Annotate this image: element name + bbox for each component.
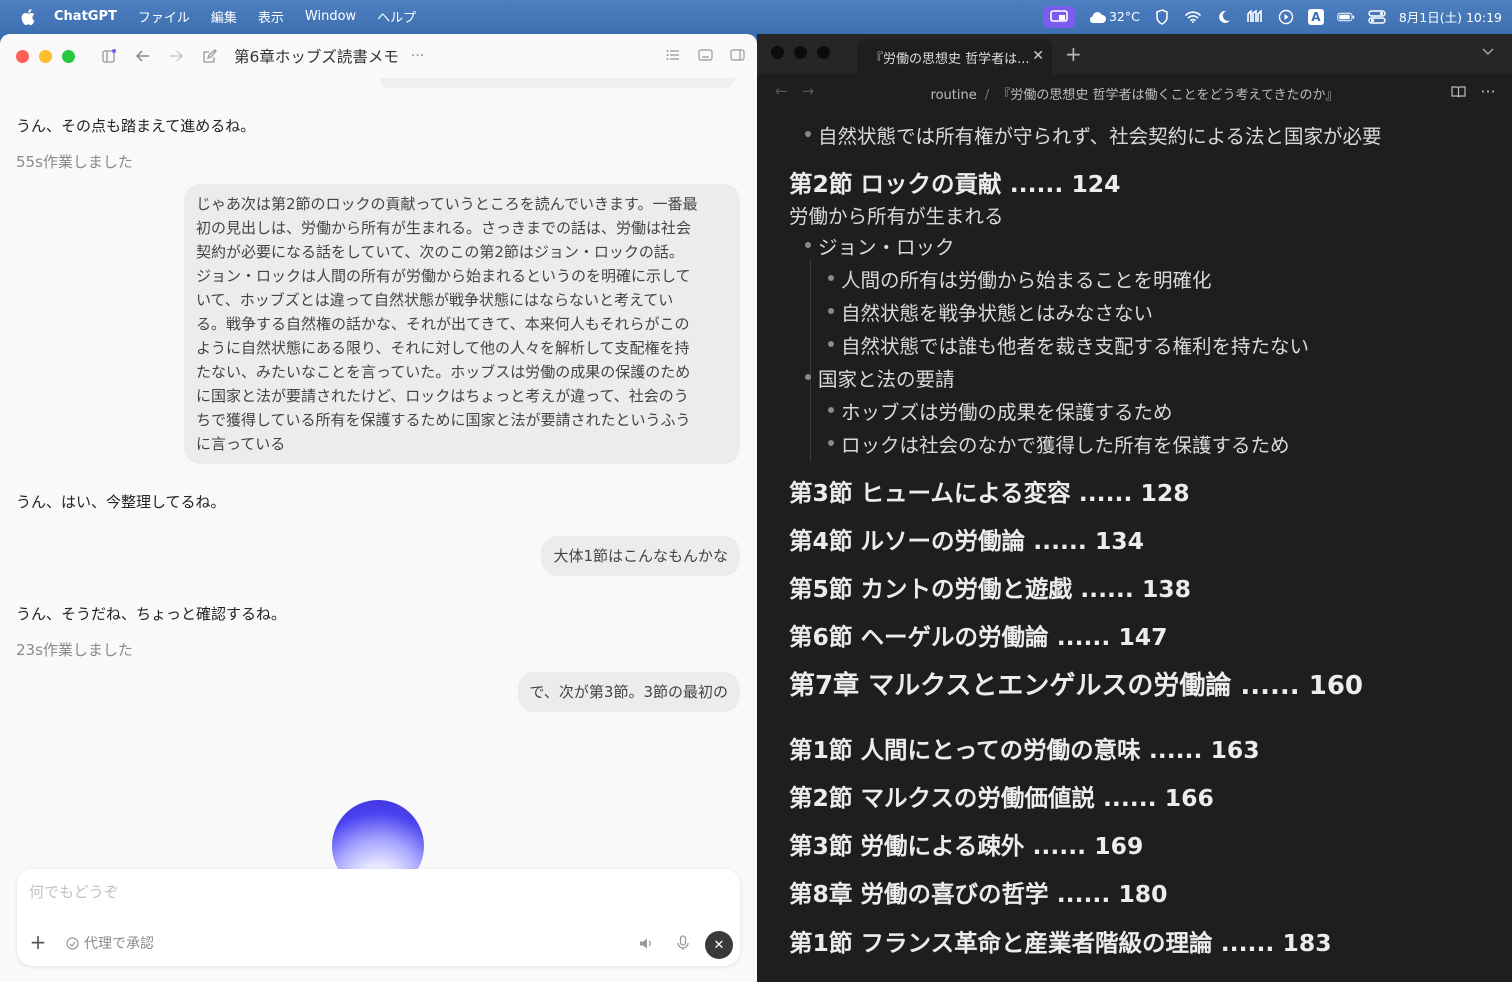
indent-guide bbox=[810, 392, 811, 462]
menu-file[interactable]: ファイル bbox=[138, 7, 190, 26]
menubar-clock[interactable]: 8月1日(土) 10:19 bbox=[1399, 7, 1502, 26]
list-icon[interactable] bbox=[665, 47, 681, 63]
input-source-icon[interactable]: A bbox=[1307, 8, 1324, 25]
more-options-icon[interactable]: ··· bbox=[1480, 82, 1496, 101]
user-message: 大体1節はこんなもんかな bbox=[541, 536, 740, 576]
play-icon[interactable] bbox=[1277, 9, 1295, 25]
app-status-icon[interactable] bbox=[1246, 9, 1264, 25]
subheading-text: 労働から所有が生まれる bbox=[789, 205, 1004, 228]
breadcrumb-separator: / bbox=[984, 88, 990, 103]
minimize-window-button[interactable] bbox=[39, 49, 52, 63]
microphone-icon[interactable] bbox=[674, 934, 692, 952]
apple-menu-icon[interactable] bbox=[20, 8, 36, 25]
heading-section: 第3節 労働による疎外 ...... 169 bbox=[789, 832, 1144, 860]
composer-input[interactable]: 何でもどうぞ bbox=[29, 881, 119, 902]
add-attachment-button[interactable]: + bbox=[29, 932, 47, 952]
auto-approve-toggle[interactable]: 代理で承認 bbox=[65, 933, 154, 953]
message-composer[interactable]: 何でもどうぞ + 代理で承認 ✕ bbox=[17, 869, 740, 966]
bullet-item: 自然状態では誰も他者を裁き支配する権利を持たない bbox=[827, 330, 1309, 359]
bullet-item: 自然状態では所有権が守られず、社会契約による法と国家が必要 bbox=[805, 120, 1382, 149]
bullet-item: ロックは社会のなかで獲得した所有を保護するため bbox=[828, 429, 1290, 458]
user-message-line: る。戦争する自然権の話かな、それが出てきて、本来何人もそれらがこの bbox=[196, 315, 690, 333]
heading-section: 第4節 ルソーの労働論 ...... 134 bbox=[789, 527, 1145, 555]
chatgpt-window: 第6章ホッブズ読書メモ ··· うん、その点も踏まえて進めるね。 55s作業しま… bbox=[0, 34, 757, 982]
breadcrumb-folder[interactable]: routine bbox=[931, 88, 977, 103]
bullet-item: ホッブズは労働の成果を保護するため bbox=[828, 396, 1173, 425]
reading-mode-icon[interactable] bbox=[1450, 83, 1466, 99]
approve-icon bbox=[65, 936, 80, 951]
note-content[interactable]: ← → routine / 『労働の思想史 哲学者は働くことをどう考えてきたのか… bbox=[757, 34, 1512, 982]
work-time-label[interactable]: 23s作業しました bbox=[16, 639, 133, 660]
work-time-label[interactable]: 55s作業しました bbox=[16, 151, 133, 172]
menu-edit[interactable]: 編集 bbox=[211, 7, 237, 26]
assistant-message: うん、はい、今整理してるね。 bbox=[16, 493, 226, 511]
weather-widget[interactable]: 32°C bbox=[1088, 9, 1140, 24]
heading-chapter: 第7章 マルクスとエンゲルスの労働論 ...... 160 bbox=[789, 671, 1364, 701]
chat-title-bar: 第6章ホッブズ読書メモ ··· bbox=[0, 34, 757, 78]
wifi-icon[interactable] bbox=[1184, 9, 1202, 25]
close-window-button[interactable] bbox=[16, 49, 29, 63]
user-message-line: に国家と法が要請されたけど、ロックはちょっと考えが違って、社会のう bbox=[196, 387, 689, 405]
approve-label: 代理で承認 bbox=[84, 936, 154, 952]
menu-window[interactable]: Window bbox=[305, 9, 356, 24]
breadcrumb: routine / 『労働の思想史 哲学者は働くことをどう考えてきたのか』 bbox=[757, 84, 1512, 103]
heading-section: 第1節 フランス革命と産業者階級の理論 ...... 183 bbox=[789, 929, 1332, 957]
user-message: じゃあ次は第2節のロックの貢献っていうところを読んでいきます。一番最 初の見出しは… bbox=[184, 184, 740, 464]
bullet-item: 国家と法の要請 bbox=[805, 363, 955, 392]
sidebar-toggle-icon[interactable] bbox=[100, 47, 118, 65]
menu-app-name[interactable]: ChatGPT bbox=[54, 9, 117, 24]
assistant-message: うん、その点も踏まえて進めるね。 bbox=[16, 117, 256, 135]
bullet-item: 自然状態を戦争状態とはみなさない bbox=[827, 297, 1153, 326]
chat-toolbar-right bbox=[649, 47, 745, 63]
window-controls bbox=[16, 49, 85, 63]
heading-section: 第3節 ヒュームによる変容 ...... 128 bbox=[789, 479, 1190, 507]
breadcrumb-file[interactable]: 『労働の思想史 哲学者は働くことをどう考えてきたのか』 bbox=[997, 88, 1338, 103]
user-message-line: ように自然状態にある限り、それに対して他の人々を解析して支配権を持 bbox=[196, 339, 690, 357]
menu-bar: ChatGPT ファイル 編集 表示 Window ヘルプ 32°C A 8月1… bbox=[0, 0, 1512, 33]
heading-section: 第2節 マルクスの労働価値説 ...... 166 bbox=[789, 784, 1214, 812]
weather-temp: 32°C bbox=[1108, 9, 1140, 24]
speaker-icon[interactable] bbox=[637, 934, 655, 952]
bullet-item: ジョン・ロック bbox=[805, 231, 955, 260]
user-message-line: 契約が必要になる話をしていて、次のこの第2節はジョン・ロックの話。 bbox=[196, 243, 684, 261]
input-source-label: A bbox=[1311, 9, 1321, 24]
close-icon: ✕ bbox=[713, 937, 725, 953]
user-message-line: じゃあ次は第2節のロックの貢献っていうところを読んでいきます。一番最 bbox=[196, 195, 698, 213]
menu-help[interactable]: ヘルプ bbox=[377, 7, 416, 26]
heading-section: 第2節 ロックの貢献 ...... 124 bbox=[789, 170, 1121, 198]
screen-share-icon[interactable] bbox=[1042, 5, 1075, 28]
zoom-window-button[interactable] bbox=[62, 49, 75, 63]
side-panel-icon[interactable] bbox=[729, 47, 745, 63]
user-message: で、次が第3節。3節の最初の bbox=[517, 672, 740, 712]
user-message-line: ジョン・ロックは人間の所有が労働から始まれるというのを明確に示して bbox=[196, 267, 691, 285]
battery-icon[interactable] bbox=[1337, 9, 1355, 25]
user-message-line: ちで獲得している所有を保護するために国家と法が要請されたというふう bbox=[196, 411, 691, 429]
back-arrow-icon[interactable] bbox=[134, 47, 152, 65]
heading-section: 第1節 人間にとっての労働の意味 ...... 163 bbox=[789, 736, 1260, 764]
user-message-line: たない、みたいなことを言っていた。ホッブスは労働の成果の保護のため bbox=[196, 363, 691, 381]
chat-thread: うん、その点も踏まえて進めるね。 55s作業しました じゃあ次は第2節のロックの… bbox=[0, 78, 757, 892]
end-voice-button[interactable]: ✕ bbox=[705, 931, 733, 959]
forward-arrow-icon[interactable] bbox=[167, 47, 185, 65]
menu-view[interactable]: 表示 bbox=[258, 7, 284, 26]
window-mode-icon[interactable] bbox=[697, 47, 713, 63]
user-message-line: に言っている bbox=[196, 435, 286, 453]
notes-window: 『労働の思想史 哲学者は... ✕ + ← → routine / 『労働の思想… bbox=[757, 34, 1512, 982]
shield-icon[interactable] bbox=[1153, 8, 1171, 25]
previous-message-edge bbox=[380, 78, 735, 88]
moon-icon[interactable] bbox=[1215, 9, 1233, 25]
user-message-line: 初の見出しは、労働から所有が生まれる。さっきまでの話は、労働は社会 bbox=[196, 219, 692, 237]
heading-section: 第6節 ヘーゲルの労働論 ...... 147 bbox=[789, 623, 1168, 651]
heading-chapter: 第8章 労働の喜びの哲学 ...... 180 bbox=[789, 880, 1168, 908]
chat-title[interactable]: 第6章ホッブズ読書メモ bbox=[234, 45, 399, 67]
note-nav-bar: ← → routine / 『労働の思想史 哲学者は働くことをどう考えてきたのか… bbox=[757, 74, 1512, 110]
heading-section: 第5節 カントの労働と遊戯 ...... 138 bbox=[789, 575, 1192, 603]
bullet-item: 人間の所有は労働から始まることを明確化 bbox=[828, 264, 1212, 293]
chat-options-button[interactable]: ··· bbox=[411, 48, 424, 64]
assistant-message: うん、そうだね、ちょっと確認するね。 bbox=[16, 605, 287, 623]
control-center-icon[interactable] bbox=[1368, 9, 1386, 25]
user-message-line: いて、ホッブズとは違って自然状態が戦争状態にはならないと考えてい bbox=[196, 291, 674, 309]
new-chat-icon[interactable] bbox=[200, 47, 218, 65]
